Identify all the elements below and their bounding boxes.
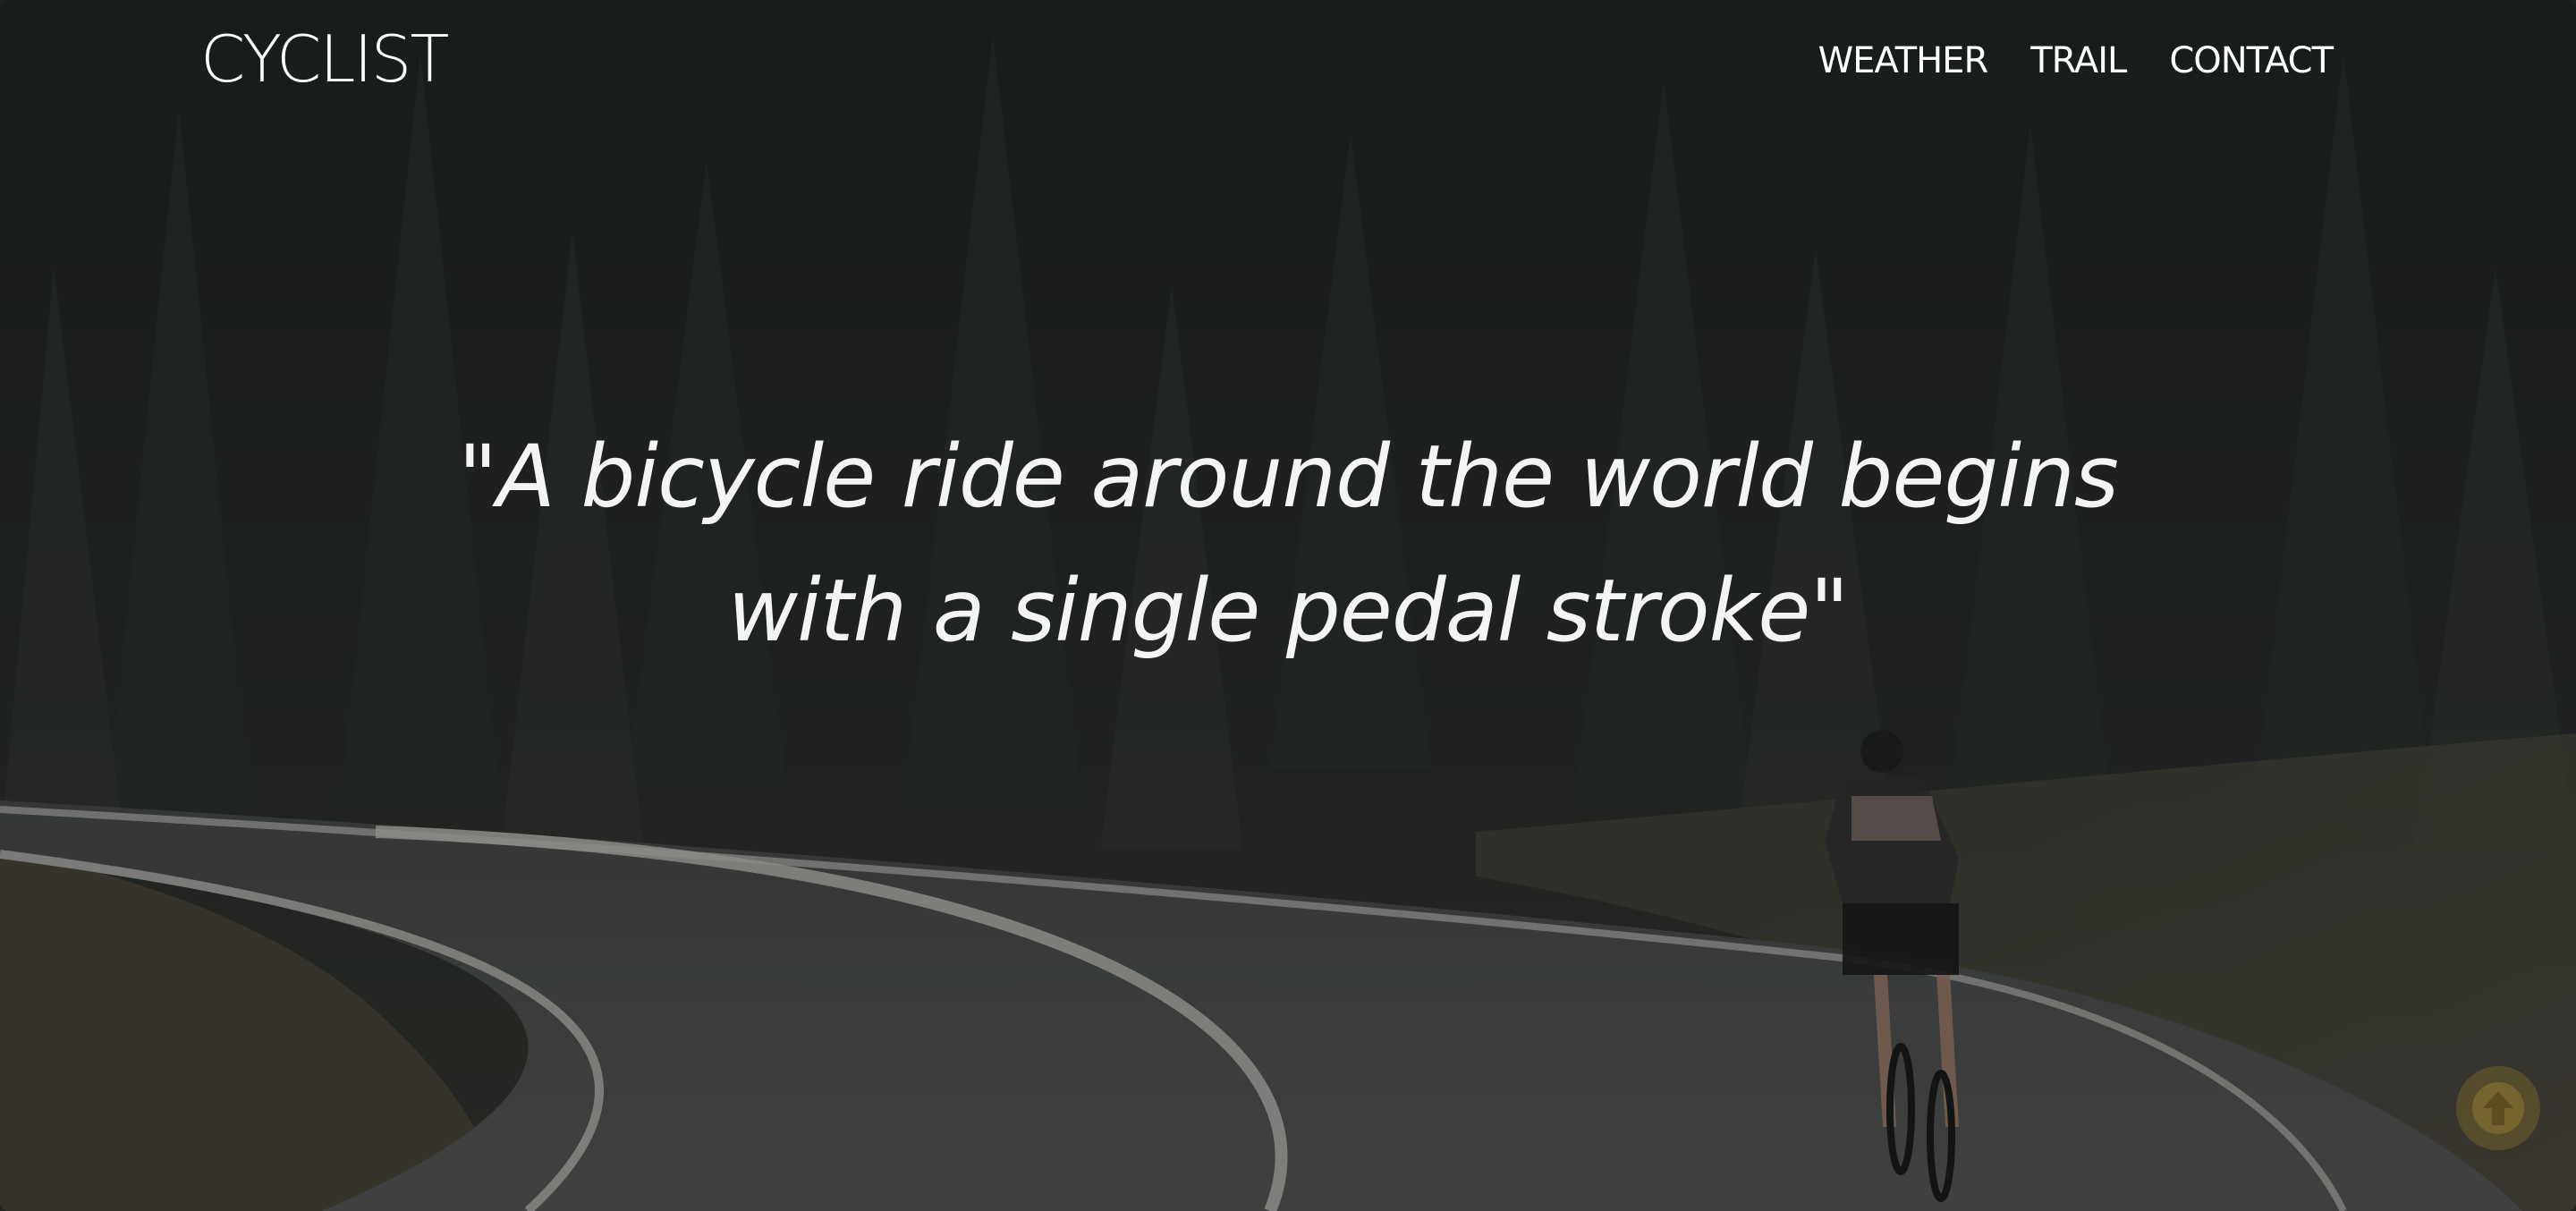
site-logo[interactable]: CYCLIST bbox=[200, 27, 449, 91]
arrow-up-circle-icon bbox=[2472, 1082, 2524, 1134]
nav-link-trail[interactable]: TRAIL bbox=[2030, 40, 2127, 81]
nav-item-contact: CONTACT bbox=[2169, 40, 2334, 81]
hero-quote-line-1: "A bicycle ride around the world begins bbox=[458, 427, 2119, 527]
back-to-top-button[interactable] bbox=[2456, 1066, 2540, 1150]
hero-quote-line-2: with a single pedal stroke" bbox=[727, 561, 1850, 661]
nav-link-weather[interactable]: WEATHER bbox=[1818, 40, 1989, 81]
nav-link-contact[interactable]: CONTACT bbox=[2169, 40, 2334, 81]
hero-section: CYCLIST WEATHER TRAIL CONTACT "A bicycle… bbox=[0, 0, 2576, 1211]
top-navbar: CYCLIST WEATHER TRAIL CONTACT bbox=[0, 0, 2576, 134]
nav-item-weather: WEATHER bbox=[1818, 40, 1989, 81]
hero-quote: "A bicycle ride around the world begins … bbox=[394, 410, 2182, 678]
nav-menu: WEATHER TRAIL CONTACT bbox=[1818, 40, 2334, 81]
nav-item-trail: TRAIL bbox=[2030, 40, 2127, 81]
